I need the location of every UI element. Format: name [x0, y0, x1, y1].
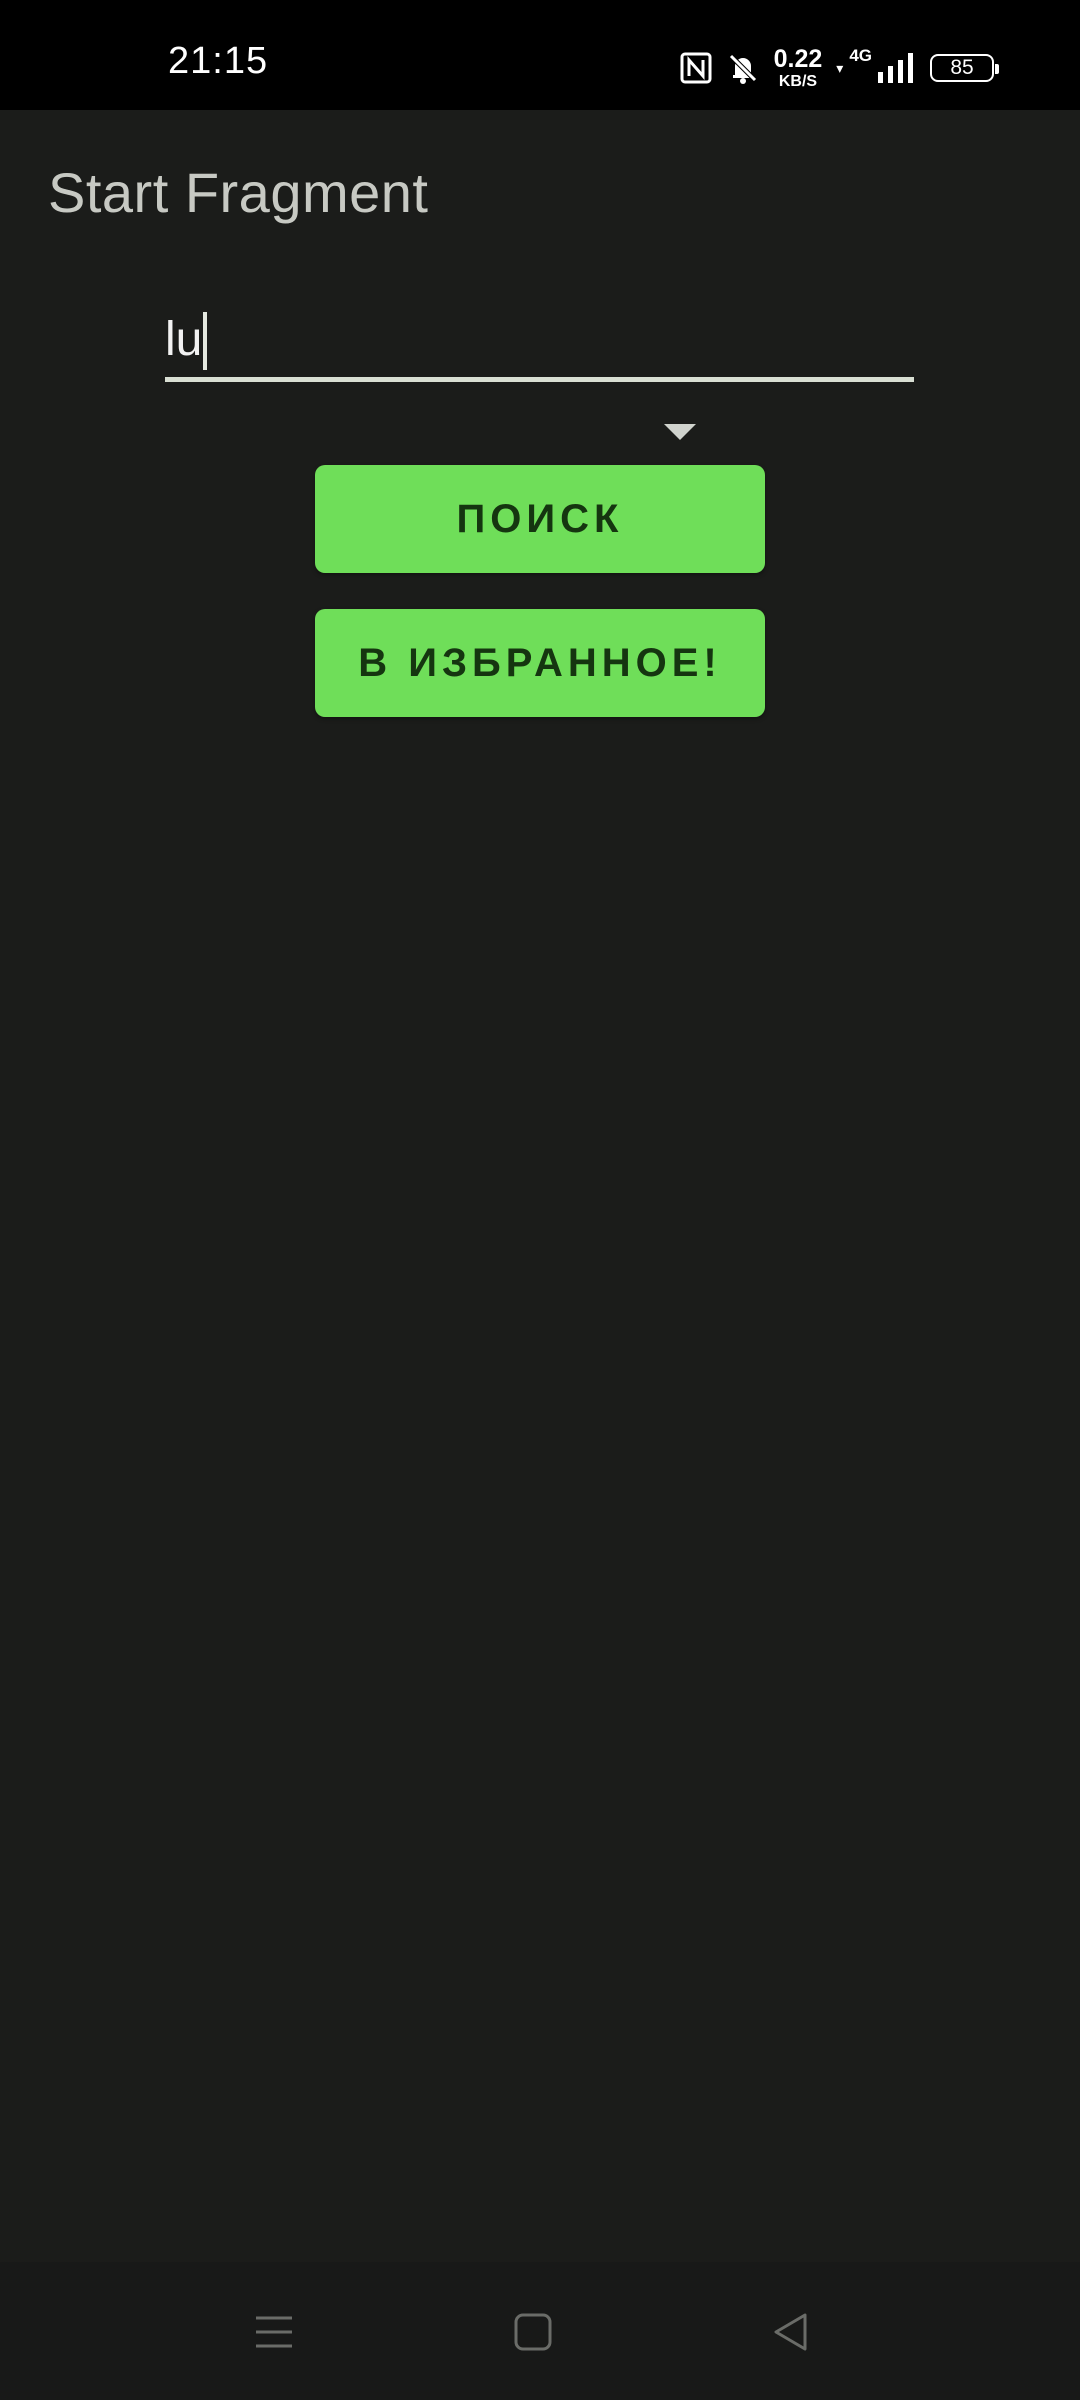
home-icon[interactable] — [483, 2282, 583, 2382]
search-underline — [165, 377, 914, 382]
status-time: 21:15 — [168, 40, 269, 82]
chevron-down-icon[interactable] — [664, 424, 696, 440]
battery-icon: 85 — [930, 54, 999, 82]
network-speed: 0.22 KB/S — [773, 44, 823, 90]
bell-off-icon — [726, 51, 760, 85]
search-input[interactable] — [165, 300, 914, 378]
app-screen: 21:15 0.22 KB/S ▾ 4G 85 Start Fragment l… — [0, 0, 1080, 2400]
menu-icon[interactable] — [224, 2282, 324, 2382]
battery-level: 85 — [950, 56, 974, 79]
back-icon[interactable] — [741, 2282, 841, 2382]
text-cursor — [203, 312, 207, 370]
search-field[interactable] — [165, 300, 914, 384]
status-icons: 0.22 KB/S ▾ 4G 85 — [680, 40, 999, 96]
signal-icon — [876, 52, 916, 84]
search-button[interactable]: ПОИСК — [315, 465, 765, 573]
page-title: Start Fragment — [48, 161, 429, 224]
add-to-favorites-button[interactable]: В ИЗБРАННОЕ! — [315, 609, 765, 717]
network-speed-value: 0.22 — [773, 44, 823, 73]
nfc-icon — [680, 52, 712, 84]
status-bar: 21:15 0.22 KB/S ▾ 4G 85 — [0, 0, 1080, 110]
network-speed-unit: KB/S — [778, 72, 818, 90]
network-type: 4G — [849, 46, 872, 65]
system-nav-bar — [0, 2262, 1080, 2400]
data-arrow-icon: ▾ — [836, 59, 844, 76]
